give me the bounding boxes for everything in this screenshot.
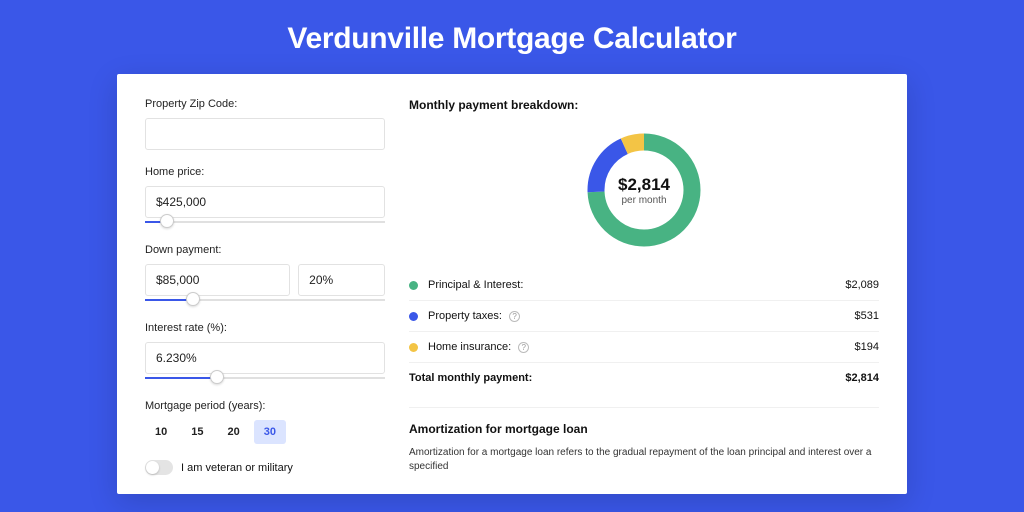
amortization-text: Amortization for a mortgage loan refers …	[409, 446, 879, 474]
legend-dot-icon	[409, 281, 418, 290]
donut-amount: $2,814	[618, 175, 670, 195]
veteran-toggle[interactable]	[145, 460, 173, 475]
period-button-15[interactable]: 15	[181, 420, 213, 444]
donut-chart: $2,814 per month	[582, 128, 706, 252]
home-price-slider[interactable]	[145, 216, 385, 228]
interest-field: Interest rate (%):	[145, 322, 385, 384]
veteran-label: I am veteran or military	[181, 462, 293, 474]
zip-input[interactable]	[145, 118, 385, 150]
legend-value: $2,089	[845, 279, 879, 291]
period-button-20[interactable]: 20	[218, 420, 250, 444]
legend-row: Principal & Interest:$2,089	[409, 270, 879, 300]
donut-chart-wrap: $2,814 per month	[409, 122, 879, 270]
legend-value: $194	[855, 341, 879, 353]
total-row: Total monthly payment: $2,814	[409, 362, 879, 393]
legend-row: Property taxes: ?$531	[409, 300, 879, 331]
legend-dot-icon	[409, 312, 418, 321]
form-panel: Property Zip Code: Home price: Down paym…	[145, 98, 385, 494]
amortization-title: Amortization for mortgage loan	[409, 422, 879, 436]
down-payment-slider[interactable]	[145, 294, 385, 306]
page-title: Verdunville Mortgage Calculator	[0, 0, 1024, 74]
legend-label: Property taxes: ?	[428, 310, 855, 322]
total-value: $2,814	[845, 372, 879, 384]
legend-dot-icon	[409, 343, 418, 352]
period-button-30[interactable]: 30	[254, 420, 286, 444]
home-price-input[interactable]	[145, 186, 385, 218]
home-price-field: Home price:	[145, 166, 385, 228]
period-button-row: 10152030	[145, 420, 385, 444]
veteran-row: I am veteran or military	[145, 460, 385, 475]
zip-field: Property Zip Code:	[145, 98, 385, 150]
breakdown-panel: Monthly payment breakdown: $2,814 per mo…	[409, 98, 879, 494]
down-payment-input[interactable]	[145, 264, 290, 296]
period-label: Mortgage period (years):	[145, 400, 385, 412]
legend-value: $531	[855, 310, 879, 322]
down-payment-label: Down payment:	[145, 244, 385, 256]
zip-label: Property Zip Code:	[145, 98, 385, 110]
calculator-card: Property Zip Code: Home price: Down paym…	[117, 74, 907, 494]
home-price-label: Home price:	[145, 166, 385, 178]
info-icon[interactable]: ?	[509, 311, 520, 322]
legend-label: Principal & Interest:	[428, 279, 845, 291]
donut-sub: per month	[621, 195, 666, 206]
breakdown-title: Monthly payment breakdown:	[409, 98, 879, 112]
legend-row: Home insurance: ?$194	[409, 331, 879, 362]
period-field: Mortgage period (years): 10152030	[145, 400, 385, 444]
down-payment-pct-input[interactable]	[298, 264, 385, 296]
info-icon[interactable]: ?	[518, 342, 529, 353]
down-payment-field: Down payment:	[145, 244, 385, 306]
interest-label: Interest rate (%):	[145, 322, 385, 334]
legend-label: Home insurance: ?	[428, 341, 855, 353]
period-button-10[interactable]: 10	[145, 420, 177, 444]
total-label: Total monthly payment:	[409, 372, 845, 384]
amortization-block: Amortization for mortgage loan Amortizat…	[409, 407, 879, 474]
interest-slider[interactable]	[145, 372, 385, 384]
interest-input[interactable]	[145, 342, 385, 374]
legend: Principal & Interest:$2,089Property taxe…	[409, 270, 879, 362]
